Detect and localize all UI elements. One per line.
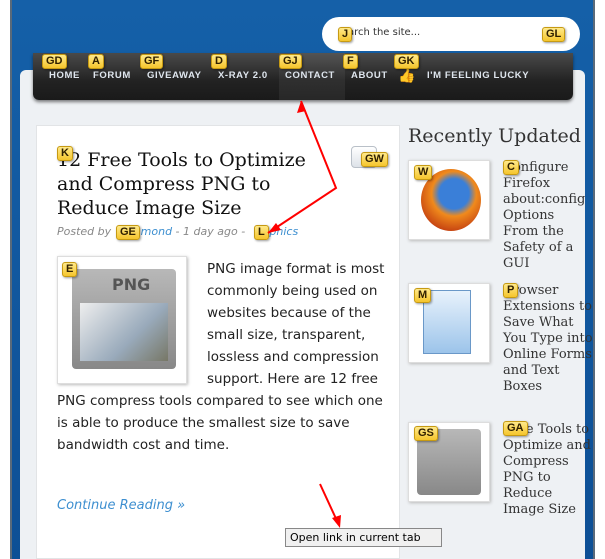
hint-badge: C xyxy=(503,160,519,175)
hint-badge: F xyxy=(343,54,358,69)
nav-feeling-lucky[interactable]: I'M FEELING LUCKY xyxy=(427,70,529,81)
hint-badge: GK xyxy=(394,54,419,69)
nav-forum[interactable]: FORUM xyxy=(93,70,131,81)
author-link[interactable]: mond xyxy=(141,225,172,238)
thumbs-up-icon: 👍 xyxy=(398,67,417,83)
nav-contact[interactable]: CONTACT xyxy=(285,70,335,81)
hint-badge: GE xyxy=(116,225,140,240)
hint-badge: GW xyxy=(361,152,388,167)
hint-badge: D xyxy=(211,54,227,69)
meta-date: - 1 day ago - xyxy=(172,225,249,238)
sidebar: Recently Updated Configure Firefox about… xyxy=(408,125,593,517)
hint-badge: E xyxy=(62,262,78,277)
hint-badge: M xyxy=(414,288,432,303)
nav-xray[interactable]: X-RAY 2.0 xyxy=(218,70,268,81)
hint-badge: W xyxy=(414,165,433,180)
sidebar-item-title[interactable]: Configure Firefox about:config Options F… xyxy=(503,160,593,272)
hint-badge: K xyxy=(57,146,73,161)
link-tooltip: Open link in current tab xyxy=(285,528,442,547)
png-icon: PNG xyxy=(72,269,176,369)
hint-badge: L xyxy=(254,225,269,240)
hint-badge: P xyxy=(503,283,519,298)
continue-reading-link[interactable]: Continue Reading » xyxy=(57,498,185,513)
nav-about[interactable]: ABOUT xyxy=(351,70,388,81)
hint-badge: GF xyxy=(140,54,164,69)
nav-giveaway[interactable]: GIVEAWAY xyxy=(147,70,202,81)
meta-prefix: Posted by xyxy=(57,225,112,238)
hint-badge: GJ xyxy=(279,54,302,69)
post-title[interactable]: 12 Free Tools to Optimize and Compress P… xyxy=(57,148,327,220)
post-card: 12 Free Tools to Optimize and Compress P… xyxy=(36,125,400,559)
hint-badge: GD xyxy=(42,54,67,69)
hint-badge: GA xyxy=(503,421,528,436)
main-nav: HOME FORUM GIVEAWAY X-RAY 2.0 CONTACT AB… xyxy=(33,53,573,100)
hint-badge: GS xyxy=(414,426,438,441)
nav-home[interactable]: HOME xyxy=(49,70,80,81)
hint-badge: GL xyxy=(542,27,566,42)
sidebar-title: Recently Updated xyxy=(408,125,581,147)
sidebar-item-title[interactable]: Browser Extensions to Save What You Type… xyxy=(503,283,593,395)
sidebar-item-title[interactable]: Free Tools to Optimize and Compress PNG … xyxy=(503,422,593,518)
hint-badge: A xyxy=(88,54,104,69)
hint-badge: J xyxy=(338,27,353,42)
png-icon-label: PNG xyxy=(112,275,151,294)
